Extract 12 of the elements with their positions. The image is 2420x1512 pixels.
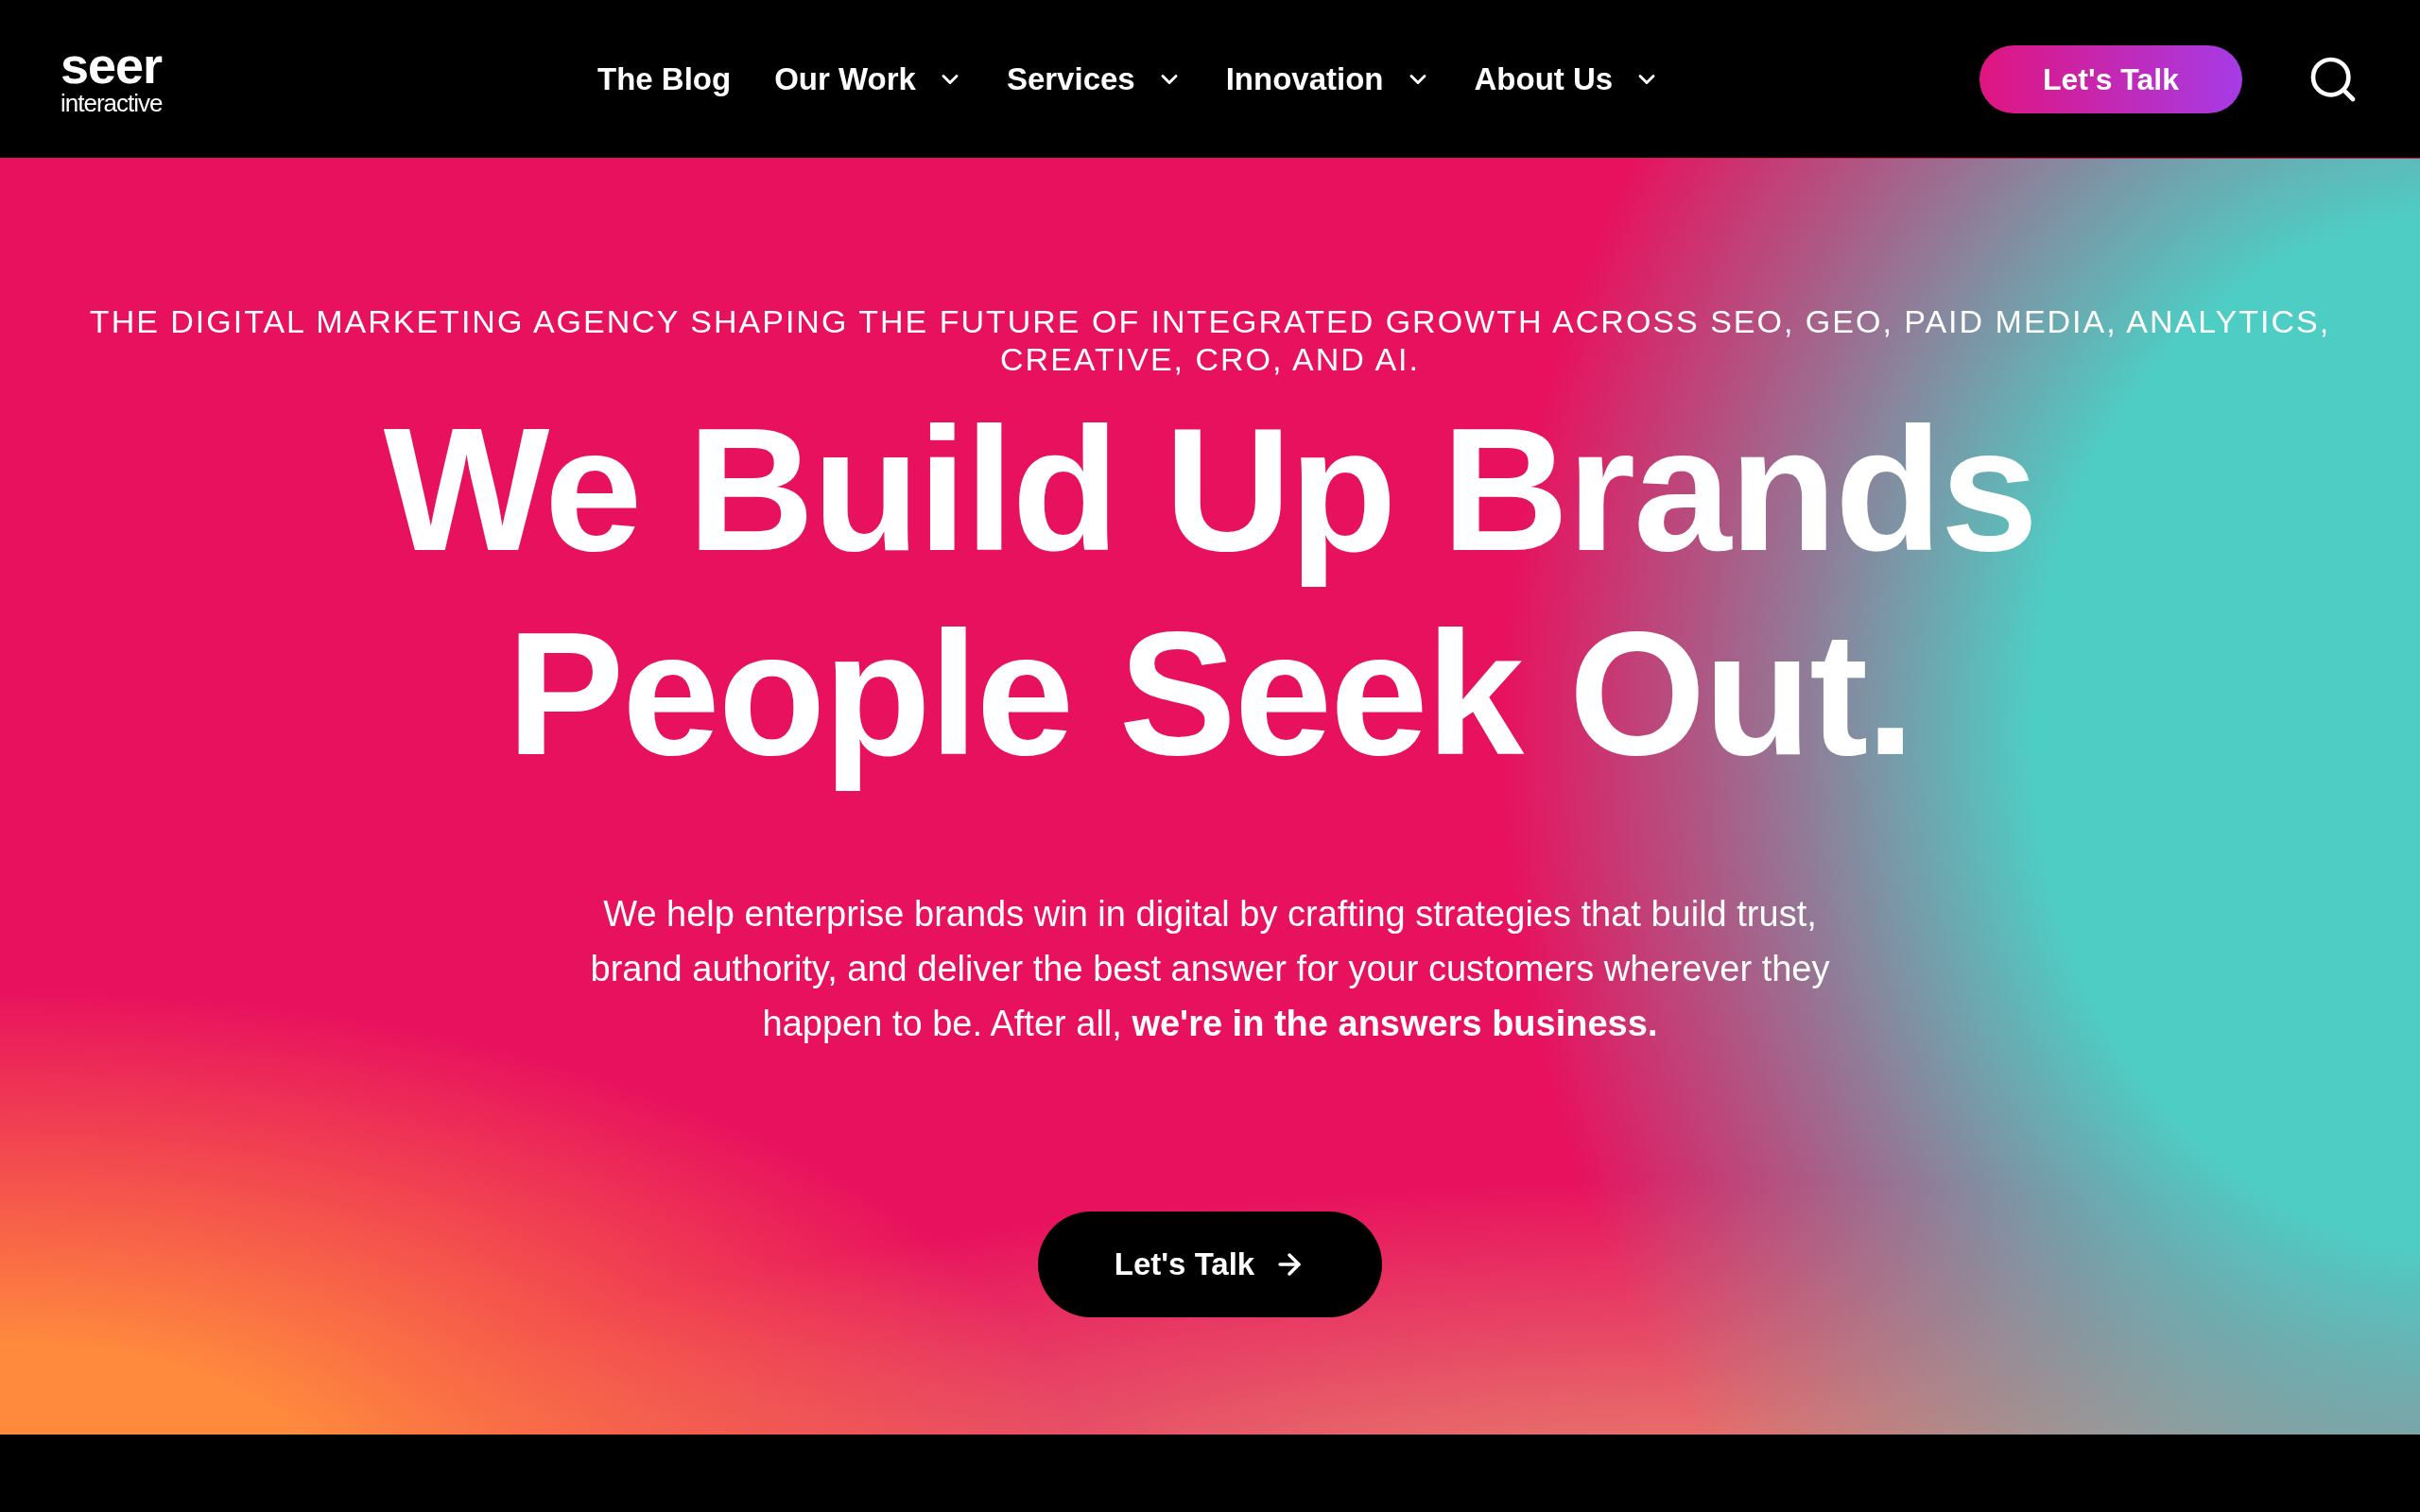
tagline: THE DIGITAL MARKETING AGENCY SHAPING THE FUTURE OF INTEGRATED GROWTH ACROSS SEO, GEO, PAID MEDIA, ANALYTICS, CREATIVE, CRO, AND AI. [88,302,2332,378]
nav-link[interactable]: About Us [1474,55,1661,103]
nav-link[interactable]: Innovation [1225,55,1431,103]
nav-link[interactable]: The Blog [597,55,732,103]
logo-wordmark[interactable]: seer [60,41,163,89]
lets-talk-button[interactable]: Let's Talk [1979,44,2242,113]
hero-description: We help enterprise brands win in digital by crafting strategies that build trust, brand authority, and deliver the best answer for your customers wherever they happen to be. After all, we're in the answers business. [589,893,1831,1045]
lets-talk-button[interactable]: Let's Talk [1038,1211,1382,1317]
nav-link[interactable]: Services [1006,55,1183,103]
headline: People Seek Out. [507,594,1913,793]
logo-subtitle: interactive [60,88,163,117]
nav-link[interactable]: Our Work [774,55,963,103]
